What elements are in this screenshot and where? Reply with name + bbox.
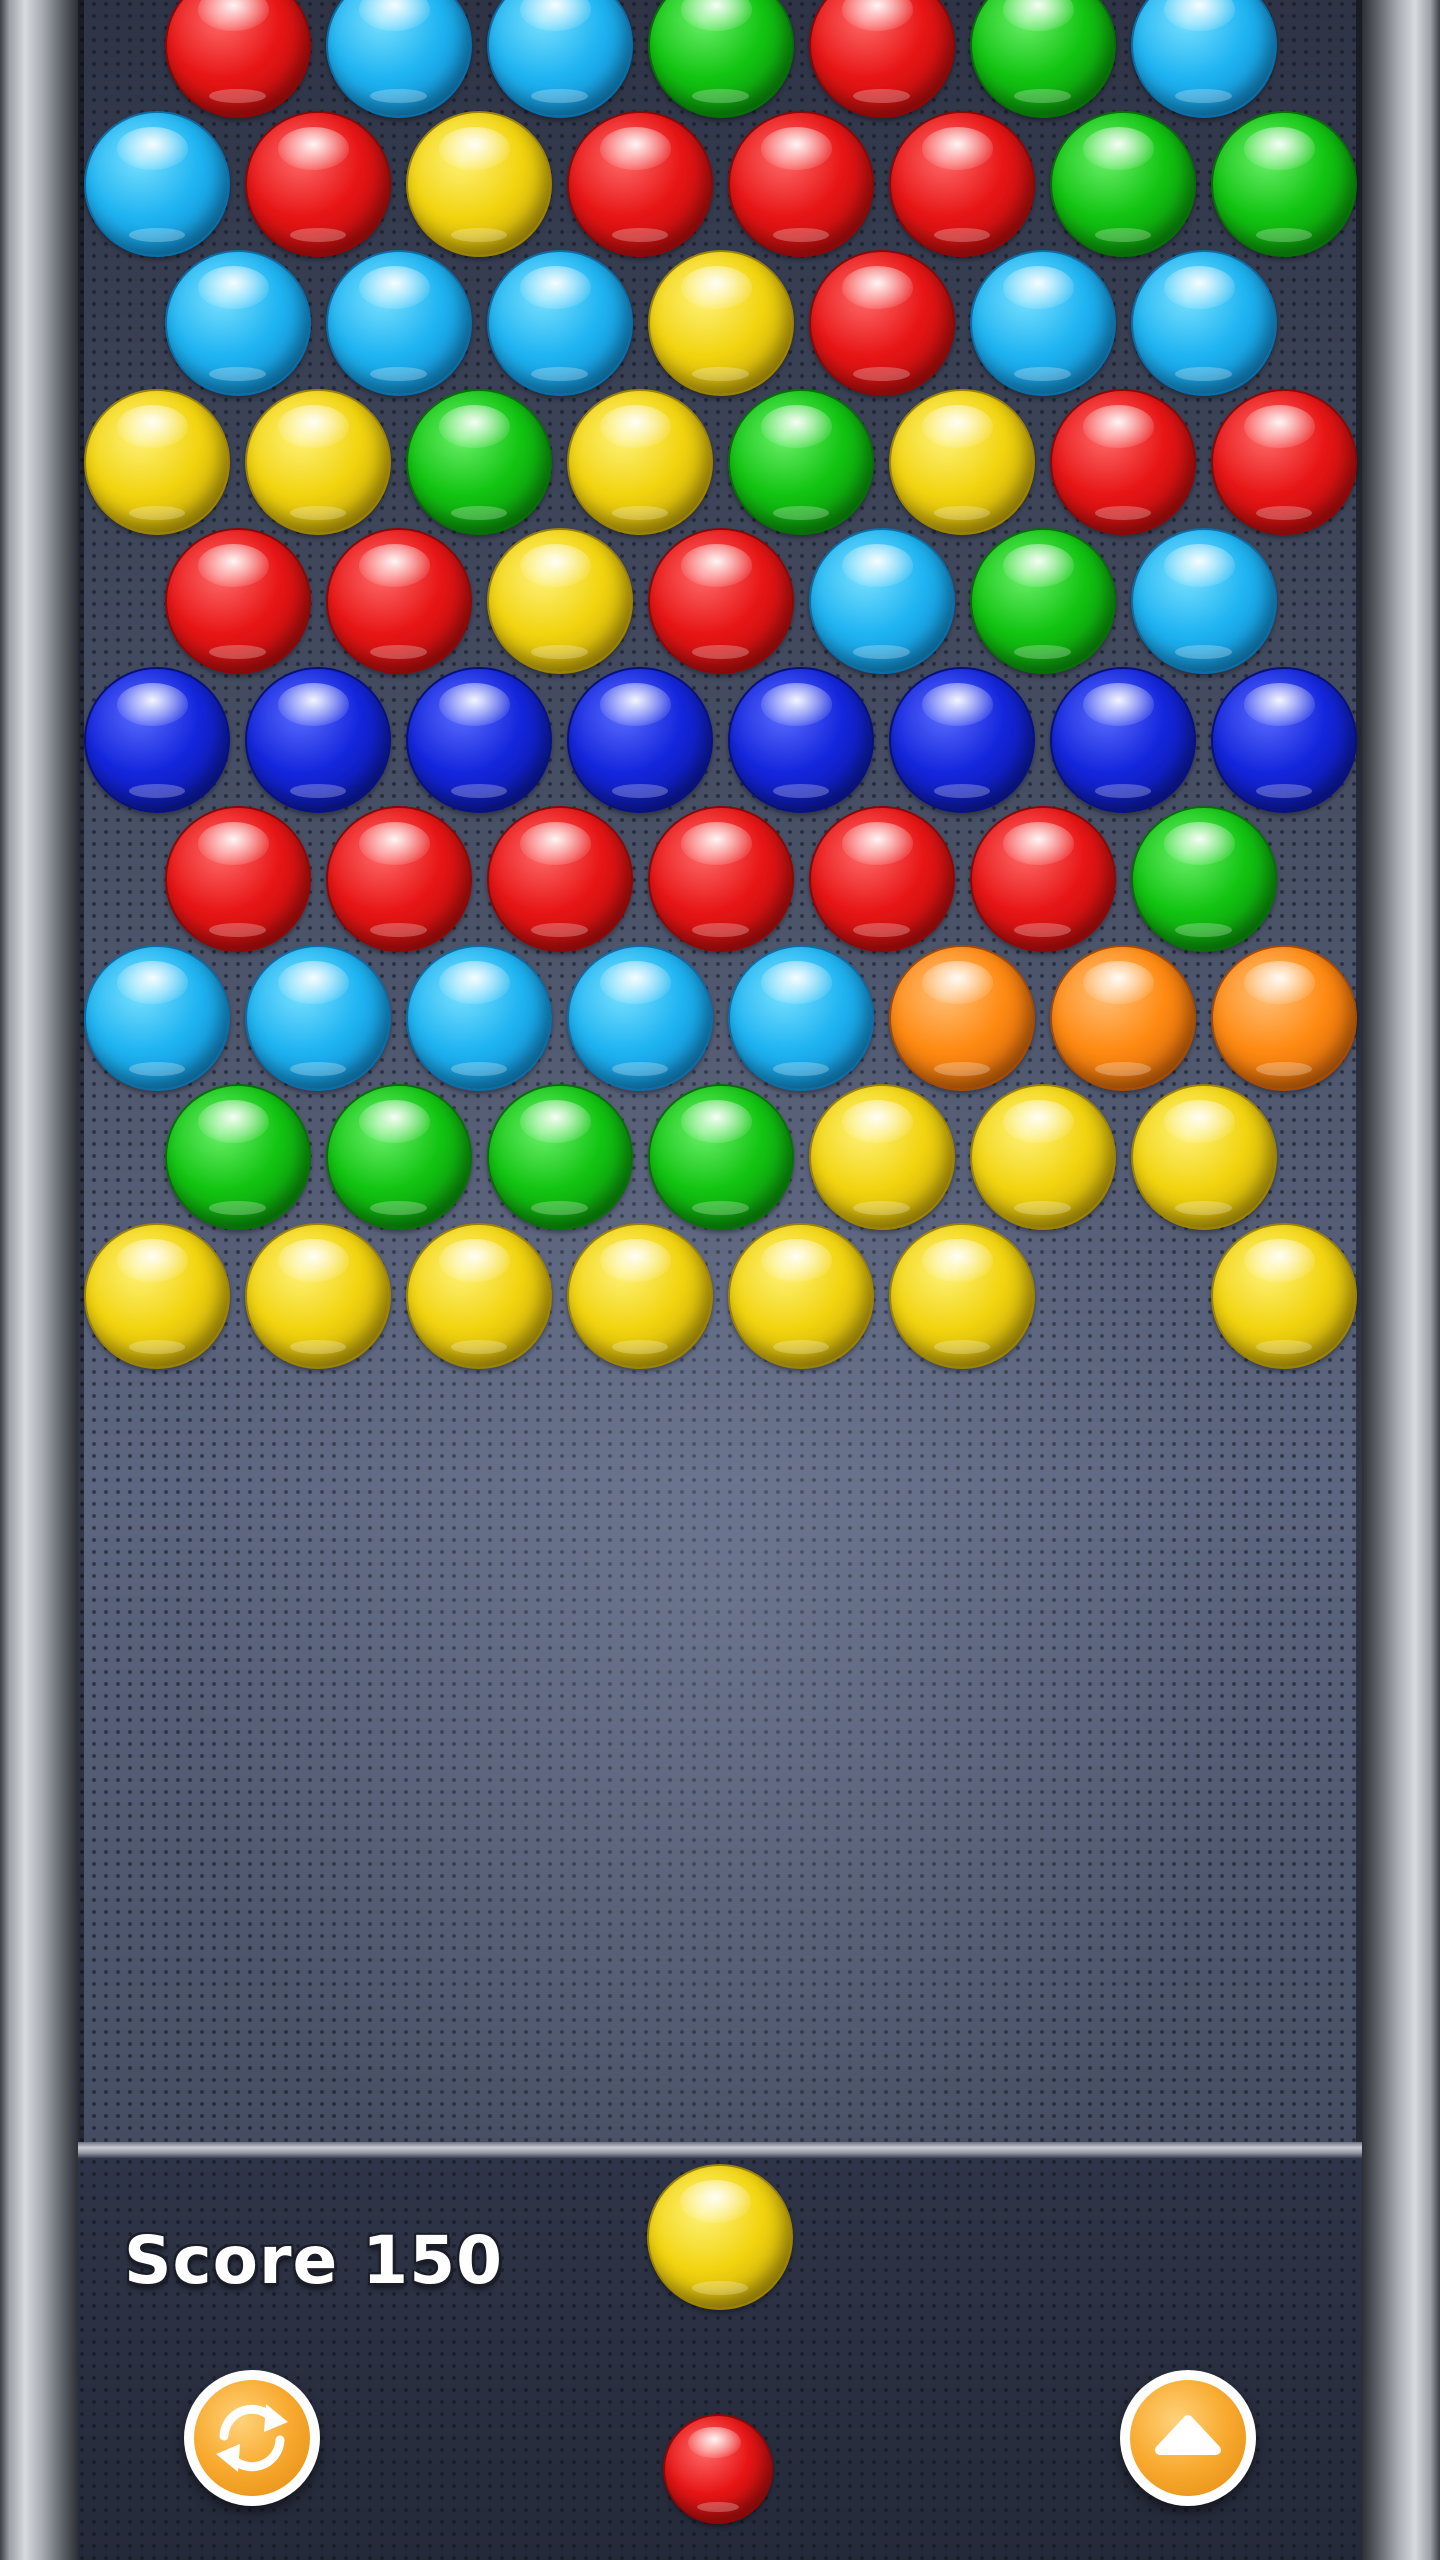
bubble-cyan (1130, 528, 1277, 674)
bubble-red (164, 806, 311, 952)
score-label: Score 150 (124, 2222, 504, 2299)
bubble-cyan (486, 250, 633, 396)
swap-bubble-button[interactable] (184, 2370, 320, 2506)
bubble-blue (889, 667, 1035, 813)
bubble-red (647, 528, 794, 674)
bubble-red (808, 250, 955, 396)
bubble-red (889, 111, 1035, 257)
bubble-orange (889, 945, 1035, 1091)
bubble-green (164, 1084, 311, 1230)
bubble-cyan (164, 250, 311, 396)
bubble-red (808, 806, 955, 952)
bubble-red (969, 806, 1116, 952)
bubble-blue (1050, 667, 1196, 813)
bubble-green (728, 389, 874, 535)
bubble-cyan (969, 250, 1116, 396)
bubble-green (1211, 111, 1357, 257)
bubble-red (567, 111, 713, 257)
bubble-blue (245, 667, 391, 813)
bubble-green (647, 1084, 794, 1230)
right-metal-rail (1362, 0, 1440, 2560)
bubble-blue (728, 667, 874, 813)
next-bubble[interactable] (663, 2414, 773, 2524)
bubble-green (486, 1084, 633, 1230)
bubble-green (969, 528, 1116, 674)
bubble-green (325, 1084, 472, 1230)
bubble-yellow (84, 1223, 230, 1369)
bubble-blue (84, 667, 230, 813)
bubble-blue (1211, 667, 1357, 813)
menu-up-button[interactable] (1120, 2370, 1256, 2506)
bubble-yellow (567, 1223, 713, 1369)
bubble-yellow (84, 389, 230, 535)
up-arrow-icon (1155, 2415, 1221, 2455)
bubble-yellow (245, 1223, 391, 1369)
bubble-yellow (889, 389, 1035, 535)
bubble-red (728, 111, 874, 257)
bubble-green (1050, 111, 1196, 257)
bubble-orange (1211, 945, 1357, 1091)
danger-line (78, 2142, 1362, 2158)
bubble-cyan (84, 945, 230, 1091)
bubble-red (1050, 389, 1196, 535)
bubble-green (406, 389, 552, 535)
current-bubble[interactable] (647, 2164, 793, 2310)
bubble-yellow (1211, 1223, 1357, 1369)
bubble-yellow (647, 250, 794, 396)
bubble-yellow (1130, 1084, 1277, 1230)
bubble-yellow (969, 1084, 1116, 1230)
bubble-red (325, 806, 472, 952)
bubble-blue (567, 667, 713, 813)
bubble-red (325, 528, 472, 674)
bubble-blue (406, 667, 552, 813)
bubble-red (245, 111, 391, 257)
bubble-yellow (808, 1084, 955, 1230)
bubble-yellow (406, 1223, 552, 1369)
swap-arrows-icon (216, 2404, 288, 2472)
bubble-cyan (245, 945, 391, 1091)
bubble-red (647, 806, 794, 952)
bubble-cyan (406, 945, 552, 1091)
bubble-red (1211, 389, 1357, 535)
bubble-cyan (1130, 250, 1277, 396)
bubble-green (1130, 806, 1277, 952)
bubble-yellow (486, 528, 633, 674)
bubble-yellow (889, 1223, 1035, 1369)
bubble-cyan (728, 945, 874, 1091)
bubble-red (486, 806, 633, 952)
bubble-yellow (245, 389, 391, 535)
bubble-cyan (325, 250, 472, 396)
bubble-orange (1050, 945, 1196, 1091)
bubble-red (164, 528, 311, 674)
bubble-cyan (84, 111, 230, 257)
bubble-cyan (567, 945, 713, 1091)
bubble-yellow (567, 389, 713, 535)
bubble-cyan (808, 528, 955, 674)
bubble-yellow (406, 111, 552, 257)
left-metal-rail (0, 0, 78, 2560)
bubble-yellow (728, 1223, 874, 1369)
